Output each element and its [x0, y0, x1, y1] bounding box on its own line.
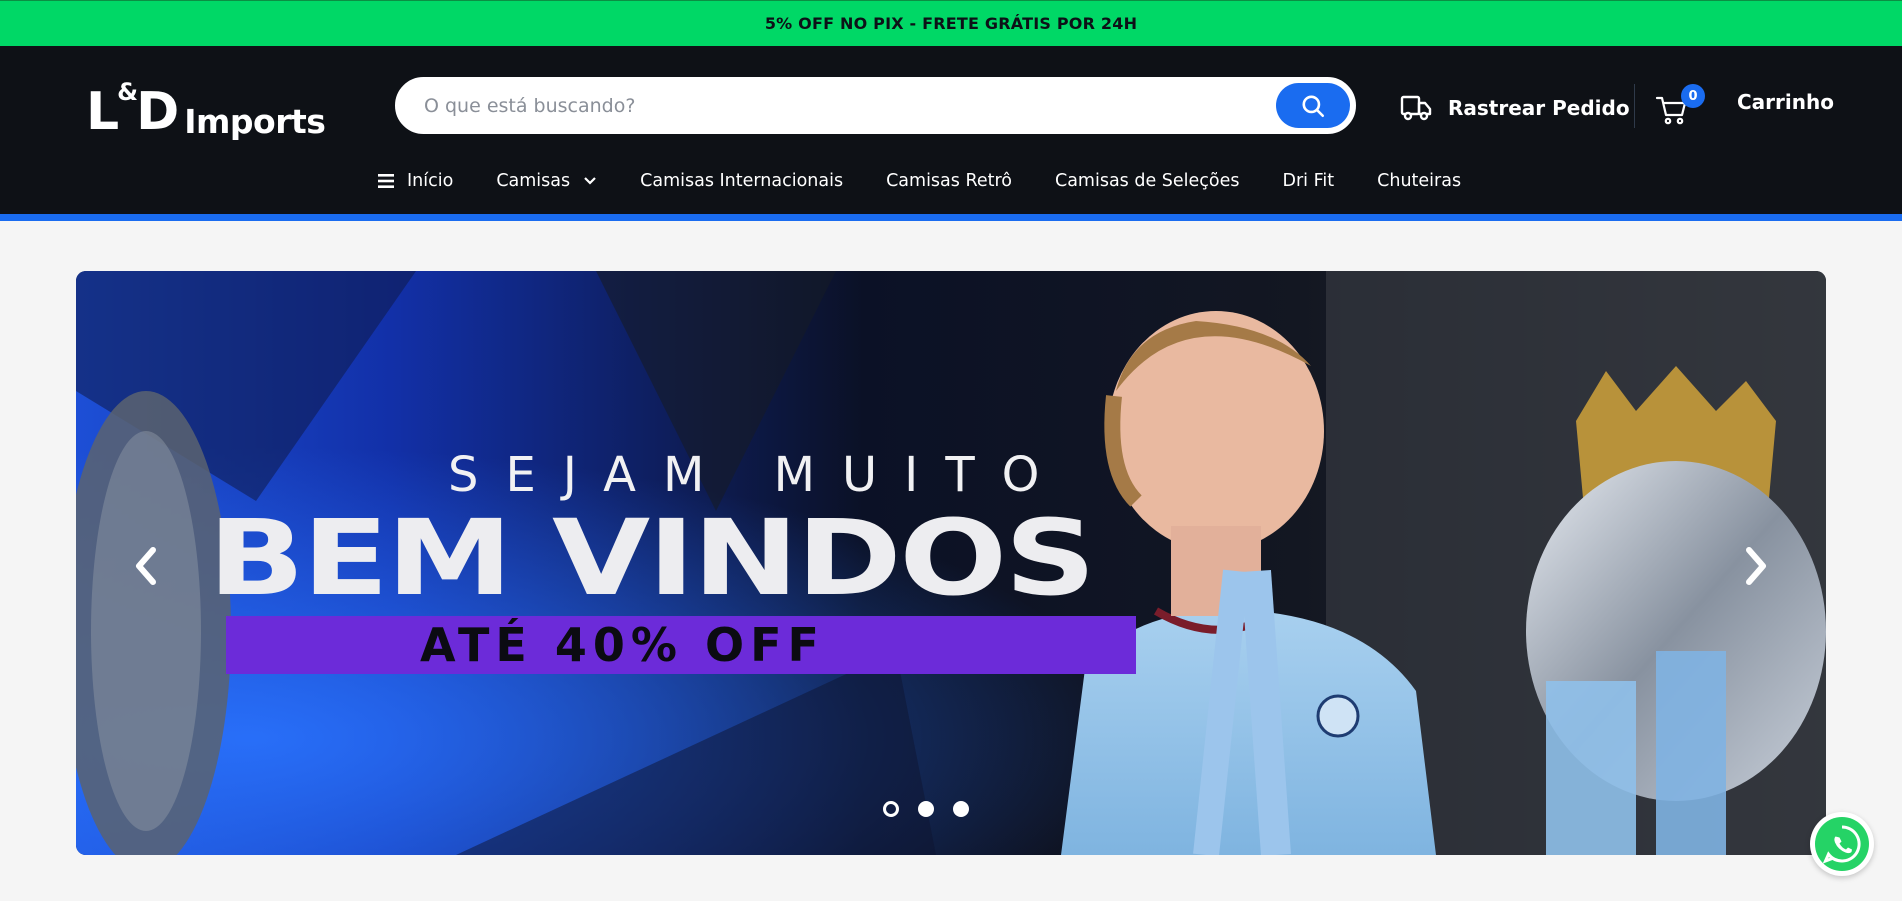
track-order-link[interactable]: Rastrear Pedido — [1400, 88, 1630, 128]
carousel-next-button[interactable] — [1736, 541, 1776, 591]
cart-button[interactable]: 0 — [1655, 84, 1705, 134]
search-button[interactable] — [1276, 83, 1350, 128]
divider — [1634, 84, 1635, 128]
logo-letter-l: L — [86, 82, 119, 142]
nav-item-dri-fit[interactable]: Dri Fit — [1283, 171, 1335, 191]
nav-item-camisas-retro[interactable]: Camisas Retrô — [886, 171, 1012, 191]
main-nav: Início Camisas Camisas Internacionais Ca… — [378, 164, 1461, 198]
chevron-down-icon — [584, 177, 596, 185]
track-order-label: Rastrear Pedido — [1448, 96, 1630, 120]
nav-item-camisas[interactable]: Camisas — [496, 171, 597, 191]
discount-strip: ATÉ 40% OFF — [226, 616, 1136, 674]
nav-label: Início — [407, 171, 454, 191]
hero-discount: ATÉ 40% OFF — [420, 618, 825, 672]
carousel-dot-2[interactable] — [918, 801, 934, 817]
nav-item-inicio[interactable]: Início — [378, 171, 453, 191]
logo-subtitle: Imports — [184, 102, 326, 141]
logo-ampersand: & — [117, 78, 138, 106]
promo-bar: 5% OFF NO PIX - FRETE GRÁTIS POR 24H — [0, 0, 1902, 46]
search-bar — [395, 77, 1356, 134]
whatsapp-icon — [1815, 817, 1869, 871]
cart-label[interactable]: Carrinho — [1737, 90, 1834, 114]
hero-line2: BEM VINDOS — [208, 497, 1096, 619]
whatsapp-button[interactable] — [1810, 812, 1874, 876]
header-accent-line — [0, 214, 1902, 221]
logo-letter-d: D — [136, 82, 179, 142]
nav-label: Camisas de Seleções — [1054, 171, 1240, 191]
nav-item-chuteiras[interactable]: Chuteiras — [1377, 171, 1461, 191]
nav-label: Camisas Retrô — [886, 171, 1012, 191]
logo[interactable]: L & D Imports — [86, 76, 340, 142]
nav-label: Chuteiras — [1377, 171, 1462, 191]
truck-icon — [1400, 95, 1432, 121]
menu-icon — [378, 174, 394, 188]
carousel-dot-1[interactable] — [883, 801, 899, 817]
chevron-right-icon — [1746, 547, 1766, 585]
carousel-dots — [883, 801, 988, 817]
search-input[interactable] — [424, 88, 1244, 124]
hero-banner[interactable]: SEJAM MUITO BEM VINDOS ATÉ 40% OFF — [76, 271, 1826, 855]
hero-line1: SEJAM MUITO — [448, 447, 1067, 503]
carousel-prev-button[interactable] — [126, 541, 166, 591]
carousel-dot-3[interactable] — [953, 801, 969, 817]
nav-item-camisas-internacionais[interactable]: Camisas Internacionais — [640, 171, 843, 191]
chevron-left-icon — [136, 547, 156, 585]
search-icon — [1302, 94, 1325, 117]
cart-count-badge: 0 — [1681, 84, 1705, 108]
nav-label: Camisas — [496, 171, 571, 191]
site-header: L & D Imports Rastrear Pedido 0 Carrinho… — [0, 46, 1902, 214]
nav-item-camisas-selecoes[interactable]: Camisas de Seleções — [1055, 171, 1240, 191]
nav-label: Camisas Internacionais — [640, 171, 844, 191]
nav-label: Dri Fit — [1282, 171, 1335, 191]
promo-text: 5% OFF NO PIX - FRETE GRÁTIS POR 24H — [764, 14, 1138, 33]
